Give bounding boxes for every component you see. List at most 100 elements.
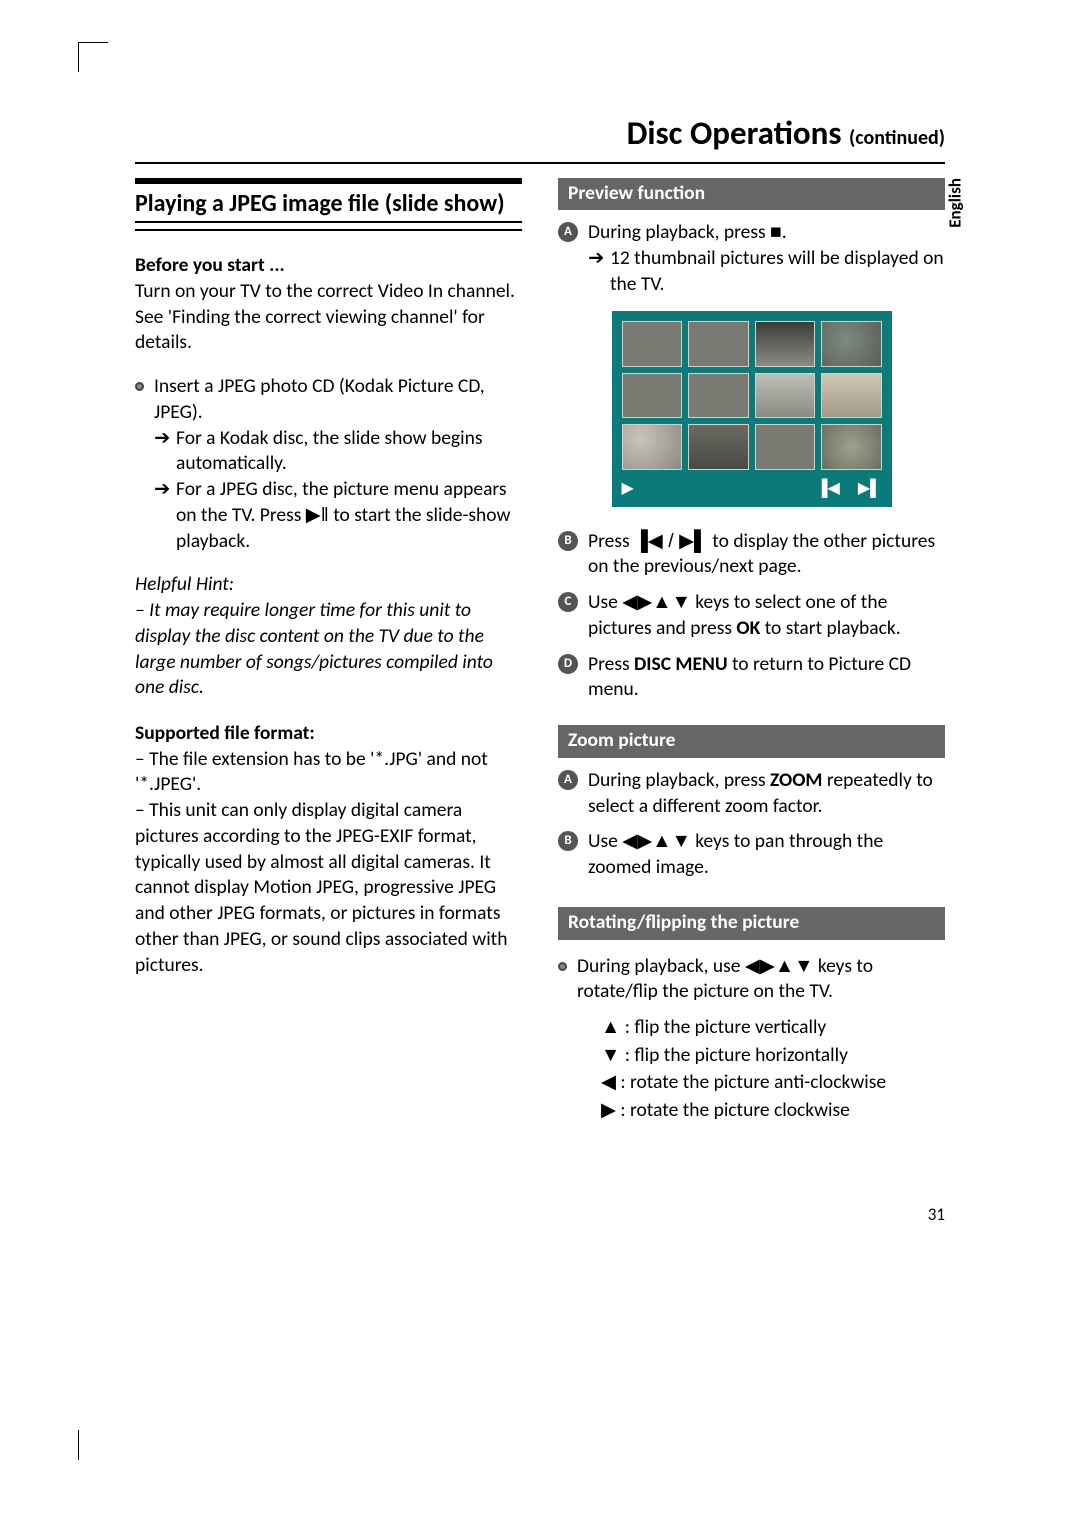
left-icon: ◀ [601,1071,616,1093]
crop-mark-top-left [78,42,108,72]
preview-step-3: Use ◀▶▲▼ keys to select one of the pictu… [588,590,945,641]
language-tab: English [945,178,967,228]
hint-text: – It may require longer time for this un… [135,598,522,701]
zoom-step-1: During playback, press ZOOM repeatedly t… [588,768,945,819]
down-icon: ▼ [672,830,691,852]
stop-icon: ■ [770,221,782,243]
helpful-hint: Helpful Hint: – It may require longer ti… [135,572,522,701]
rotate-flip-block: During playback, use ◀▶▲▼ keys to rotate… [577,954,945,1126]
action-right: ▶ : rotate the picture clockwise [601,1098,945,1124]
left-icon: ◀ [745,955,760,977]
kodak-arrow-text: For a Kodak disc, the slide show begins … [176,426,482,476]
crop-mark-bottom-left [78,1430,108,1460]
action-right-text: : rotate the picture clockwise [616,1098,850,1122]
preview-step1-arrow: 12 thumbnail pictures will be displayed … [610,246,944,296]
step-badge-1: A [558,770,578,790]
right-icon: ▶ [601,1099,616,1121]
zoom2-a: Use [588,829,622,853]
action-left-text: : rotate the picture anti-clockwise [616,1070,886,1094]
page-content: Disc Operations (continued) English Play… [135,112,945,1126]
arrow-right-icon: ➔ [154,477,176,503]
slash: / [663,530,679,552]
supported-format-2: – This unit can only display digital cam… [135,798,522,978]
hint-label: Helpful Hint: [135,572,522,598]
thumbnail-toolbar: ▶ ▐◀ ▶▌ [622,478,882,499]
up-icon: ▲ [601,1016,620,1038]
down-icon: ▼ [794,955,813,977]
preview-function-head: Preview function [558,178,945,211]
next-icon: ▶▌ [858,478,882,499]
next-icon: ▶▌ [679,530,708,552]
step-badge-1: A [558,222,578,242]
right-column: Preview function A During playback, pres… [558,178,945,1126]
thumbnail [622,424,683,469]
supported-format-head: Supported file format: [135,721,522,747]
down-icon: ▼ [601,1044,620,1066]
disc-menu-label: DISC MENU [634,652,728,676]
thumbnail [755,373,816,418]
thumbnail [821,373,882,418]
thumbnail [755,321,816,366]
step-badge-2: B [558,531,578,551]
zoom-label: ZOOM [770,768,822,792]
ok-label: OK [736,616,760,640]
right-icon: ▶ [637,591,652,613]
thumbnail-preview-panel: ▶ ▐◀ ▶▌ [612,311,892,506]
insert-disc-block: Insert a JPEG photo CD (Kodak Picture CD… [154,374,522,554]
zoom-picture-head: Zoom picture [558,725,945,758]
preview-step-2: Press ▐◀ / ▶▌ to display the other pictu… [588,529,945,580]
arrow-right-icon: ➔ [154,426,176,452]
action-up-text: : flip the picture vertically [620,1015,826,1039]
supported-format-1: – The file extension has to be '*.JPG' a… [135,747,522,798]
section-title-box: Playing a JPEG image file (slide show) [135,178,522,232]
prev-icon: ▐◀ [634,530,663,552]
insert-disc-text: Insert a JPEG photo CD (Kodak Picture CD… [154,374,522,425]
step-badge-3: C [558,592,578,612]
step-badge-2: B [558,831,578,851]
header-title: Disc Operations [627,113,842,153]
thumbnail [688,424,749,469]
bullet-icon [558,962,567,971]
down-icon: ▼ [672,591,691,613]
zoom1-a: During playback, press [588,768,770,792]
before-you-start-head: Before you start ... [135,253,522,279]
prev-icon: ▐◀ [816,478,840,499]
preview-step3-c: to start playback. [760,616,900,640]
arrow-right-icon: ➔ [588,246,610,272]
right-icon: ▶ [637,830,652,852]
right-icon: ▶ [760,955,775,977]
play-icon: ▶ [622,478,634,499]
preview-step1-b: . [782,220,787,244]
play-pause-icon: ▶ǁ [306,504,329,526]
thumbnail [821,321,882,366]
thumbnail [622,373,683,418]
preview-step3-a: Use [588,590,622,614]
zoom-step-2: Use ◀▶▲▼ keys to pan through the zoomed … [588,829,945,880]
left-icon: ◀ [622,591,637,613]
header-continued: (continued) [849,126,945,150]
up-icon: ▲ [775,955,794,977]
up-icon: ▲ [652,830,671,852]
section-title: Playing a JPEG image file (slide show) [135,188,522,224]
thumbnail [755,424,816,469]
thumbnail [821,424,882,469]
preview-step-1: During playback, press ■. ➔12 thumbnail … [588,220,945,297]
action-down: ▼ : flip the picture horizontally [601,1043,945,1069]
thumbnail [688,373,749,418]
left-icon: ◀ [622,830,637,852]
preview-step2-a: Press [588,529,634,553]
preview-step1-a: During playback, press [588,220,770,244]
up-icon: ▲ [652,591,671,613]
header-rule [135,163,945,164]
page-header: Disc Operations (continued) [135,112,945,163]
action-down-text: : flip the picture horizontally [620,1043,848,1067]
left-column: Playing a JPEG image file (slide show) B… [135,178,522,1126]
action-left: ◀ : rotate the picture anti-clockwise [601,1070,945,1096]
preview-step-4: Press DISC MENU to return to Picture CD … [588,652,945,703]
thumbnail [688,321,749,366]
before-you-start-text: Turn on your TV to the correct Video In … [135,279,522,356]
rotate-intro-a: During playback, use [577,954,745,978]
bullet-icon [135,382,144,391]
preview-step4-a: Press [588,652,634,676]
thumbnail-grid [622,321,882,469]
